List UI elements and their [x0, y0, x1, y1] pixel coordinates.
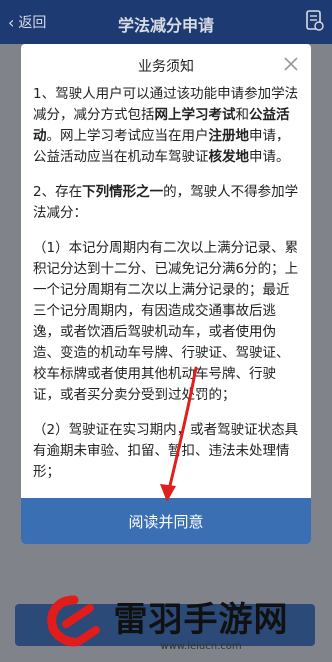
page-title: 学法减分申请 [117, 16, 214, 35]
dialog-title: 业务须知 [138, 59, 194, 75]
notice-paragraph-4: （2）驾驶证在实习期内，或者驾驶证状态具有逾期未审验、扣留、暂扣、违法未处理情形… [33, 422, 299, 480]
leiyu-logo-icon [46, 595, 100, 647]
document-icon[interactable] [306, 10, 324, 32]
watermark-name: 雷羽手游网 [113, 600, 289, 640]
notice-paragraph-2: 2、存在下列情形之一的，驾驶人不得参加学法减分： [33, 184, 299, 221]
close-icon[interactable] [281, 54, 301, 74]
read-and-agree-button[interactable]: 阅读并同意 [21, 498, 311, 544]
dialog-header: 业务须知 [21, 44, 311, 86]
notice-paragraph-1: 1、驾驶人用户可以通过该功能申请参加学法减分，减分方式包括网上学习考试和公益活动… [33, 86, 299, 165]
watermark: 雷羽手游网 www.leiucn.com [0, 582, 332, 662]
business-notice-dialog: 业务须知 1、驾驶人用户可以通过该功能申请参加学法减分，减分方式包括网上学习考试… [21, 44, 311, 544]
notice-paragraph-3: （1）本记分周期内有二次以上满分记录、累积记分达到十二分、已减免记分满6分的；上… [33, 240, 299, 403]
watermark-url: www.leiucn.com [160, 641, 242, 652]
dialog-body[interactable]: 1、驾驶人用户可以通过该功能申请参加学法减分，减分方式包括网上学习考试和公益活动… [33, 84, 301, 494]
top-bar: ‹ 返回 学法减分申请 [0, 0, 332, 44]
